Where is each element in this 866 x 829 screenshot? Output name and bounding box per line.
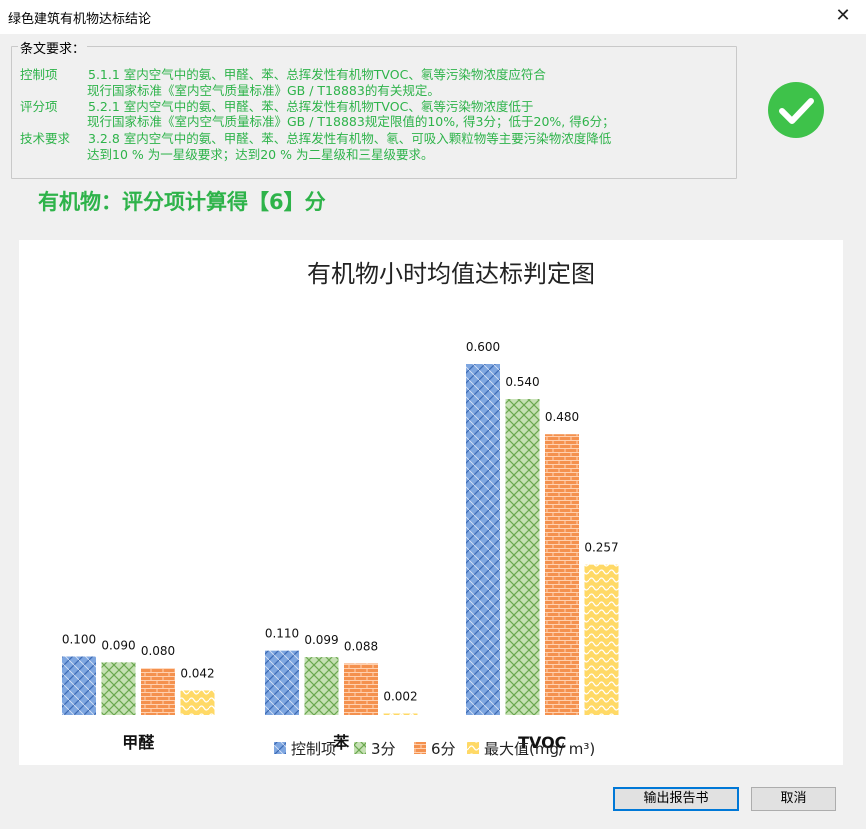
bar-value-label: 0.257 (584, 541, 618, 555)
bar-value-label: 0.110 (265, 627, 299, 641)
bar-0-0 (62, 656, 96, 715)
check-circle-icon (768, 82, 824, 138)
bar-value-label: 0.090 (101, 638, 135, 652)
bar-1-3 (383, 713, 418, 715)
bar-0-2 (141, 668, 175, 715)
requirement-tag: 评分项 (20, 99, 58, 114)
bar-value-label: 0.088 (344, 640, 378, 654)
legend-swatch (274, 742, 286, 754)
bar-value-label: 0.080 (141, 644, 175, 658)
bar-2-2 (545, 434, 579, 715)
bar-value-label: 0.099 (304, 633, 338, 647)
legend-label: 最大值(mg/ m³) (484, 740, 595, 758)
requirements-label: 条文要求： (18, 38, 88, 57)
bar-2-3 (584, 564, 619, 715)
export-report-button[interactable]: 输出报告书 (613, 787, 739, 811)
bar-1-1 (304, 657, 339, 715)
bar-value-label: 0.480 (545, 410, 579, 424)
bar-value-label: 0.600 (466, 340, 500, 354)
legend-label: 控制项 (291, 740, 336, 758)
bar-1-2 (344, 663, 378, 715)
legend-swatch (354, 742, 366, 754)
bar-0-3 (180, 690, 215, 715)
close-icon[interactable]: ✕ (834, 5, 852, 26)
legend-swatch (467, 742, 479, 754)
bar-value-label: 0.002 (383, 690, 417, 704)
category-label: 甲醛 (122, 733, 155, 752)
bar-0-1 (101, 662, 136, 715)
requirement-tag: 控制项 (20, 67, 58, 82)
bar-value-label: 0.100 (62, 633, 96, 647)
score-result: 有机物：评分项计算得【6】分 (38, 190, 326, 214)
bar-2-0 (466, 364, 500, 715)
title-bar: 绿色建筑有机物达标结论 ✕ (0, 0, 866, 34)
requirement-tag: 技术要求 (20, 131, 71, 146)
cancel-button[interactable]: 取消 (751, 787, 836, 811)
bar-2-1 (505, 399, 540, 715)
chart-panel: 有机物小时均值达标判定图 0.100 0.090 0.080 0.042 甲醛 0.110… (19, 240, 843, 765)
legend-label: 3分 (371, 740, 396, 758)
window-title: 绿色建筑有机物达标结论 (8, 12, 152, 27)
chart: 有机物小时均值达标判定图 0.100 0.090 0.080 0.042 甲醛 0.110… (62, 260, 619, 758)
bar-value-label: 0.042 (180, 666, 214, 680)
bar-value-label: 0.540 (505, 375, 539, 389)
chart-title: 有机物小时均值达标判定图 (307, 260, 595, 288)
requirement-line: 达到10 % 为一星级要求；达到20 % 为二星级和三星级要求。 (87, 147, 434, 162)
bar-1-0 (265, 650, 299, 715)
legend-label: 6分 (431, 740, 456, 758)
legend-swatch (414, 742, 426, 754)
